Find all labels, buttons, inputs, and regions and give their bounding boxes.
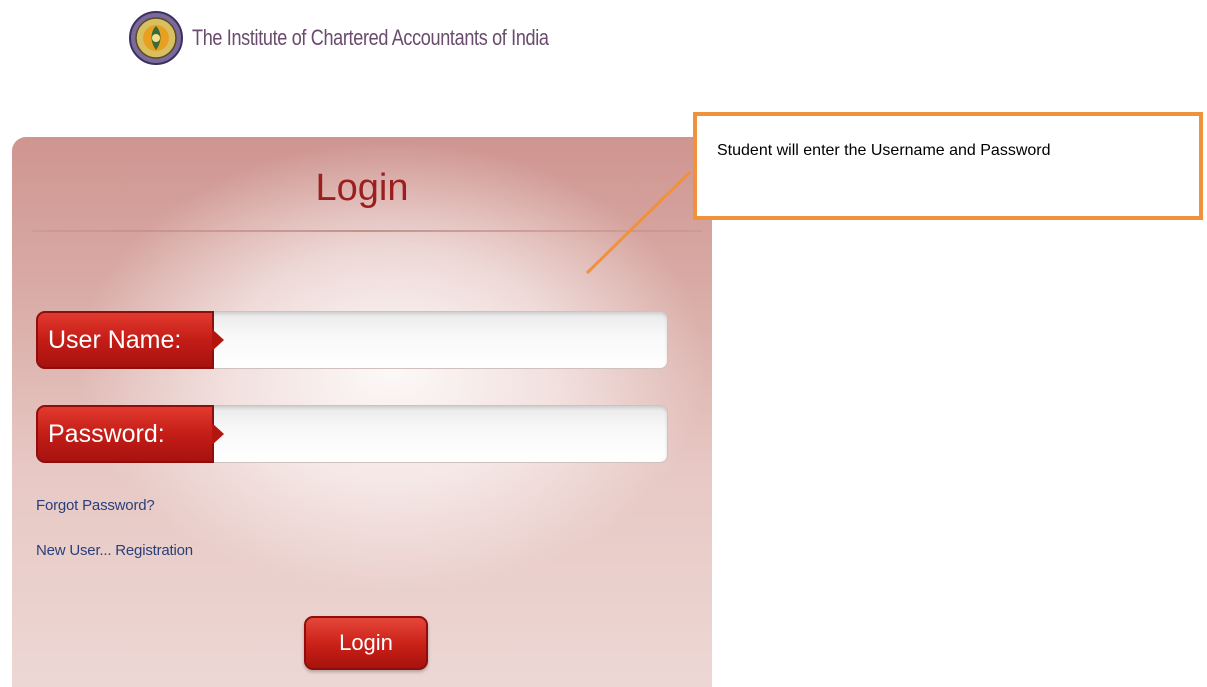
login-panel: Login User Name: Password: Forgot Passwo…: [12, 137, 712, 687]
username-input[interactable]: [206, 311, 668, 369]
annotation-callout: Student will enter the Username and Pass…: [693, 112, 1203, 220]
title-divider: [32, 230, 702, 232]
login-button[interactable]: Login: [304, 616, 428, 670]
registration-link[interactable]: New User... Registration: [36, 542, 193, 559]
site-header: The Institute of Chartered Accountants o…: [128, 8, 627, 68]
password-input[interactable]: [206, 405, 668, 463]
annotation-text: Student will enter the Username and Pass…: [717, 142, 1051, 159]
username-label: User Name:: [36, 311, 224, 369]
institute-name: The Institute of Chartered Accountants o…: [192, 25, 549, 50]
icai-emblem-icon: [128, 10, 184, 66]
password-label: Password:: [36, 405, 224, 463]
login-title: Login: [315, 167, 409, 209]
forgot-password-link[interactable]: Forgot Password?: [36, 497, 155, 514]
password-row: Password:: [36, 405, 668, 463]
username-row: User Name:: [36, 311, 668, 369]
